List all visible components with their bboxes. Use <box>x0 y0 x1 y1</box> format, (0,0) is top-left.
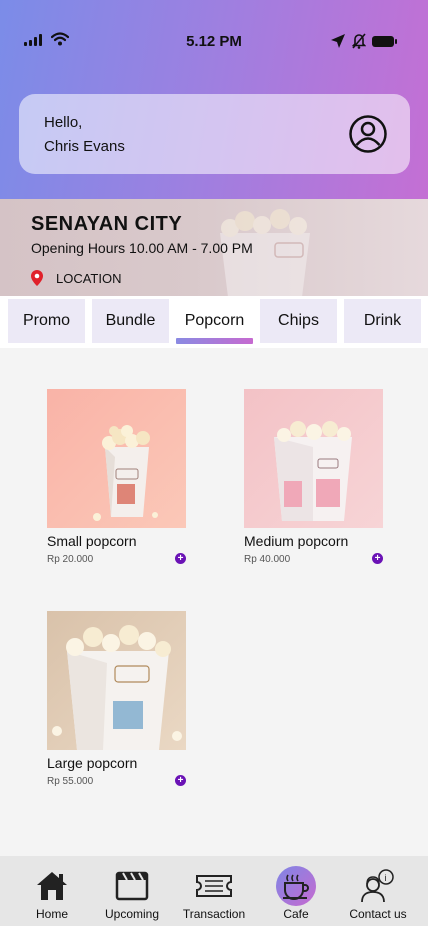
user-name: Chris Evans <box>44 138 125 155</box>
medium-popcorn-image <box>244 389 383 528</box>
product-name: Medium popcorn <box>244 533 349 549</box>
nav-cafe[interactable]: Cafe <box>254 866 338 921</box>
product-card[interactable]: Small popcorn Rp 20.000 + <box>47 389 186 565</box>
product-price: Rp 55.000 <box>47 776 94 787</box>
category-tabs: Promo Bundle Popcorn Chips Drink <box>0 296 428 348</box>
nav-label: Cafe <box>283 907 309 921</box>
nav-label: Contact us <box>349 907 407 921</box>
nav-label: Upcoming <box>104 907 160 921</box>
product-price: Rp 20.000 <box>47 554 94 565</box>
nav-label: Home <box>35 907 68 921</box>
map-pin-icon[interactable] <box>29 269 45 287</box>
location-banner: SENAYAN CITY Opening Hours 10.00 AM - 7.… <box>0 199 428 296</box>
tab-drink[interactable]: Drink <box>344 299 421 343</box>
nav-contact[interactable]: i Contact us <box>336 866 420 921</box>
active-tab-indicator <box>176 338 253 344</box>
support-agent-icon: i <box>358 866 398 906</box>
bell-muted-icon <box>352 33 366 49</box>
location-arrow-icon <box>331 34 345 48</box>
opening-hours: Opening Hours 10.00 AM - 7.00 PM <box>31 240 253 256</box>
add-to-cart-button[interactable]: + <box>175 775 186 786</box>
add-to-cart-button[interactable]: + <box>372 553 383 564</box>
large-popcorn-image <box>47 611 186 750</box>
product-card[interactable]: Medium popcorn Rp 40.000 + <box>244 389 383 565</box>
location-link[interactable]: LOCATION <box>56 271 122 286</box>
clapperboard-icon <box>112 866 152 906</box>
tab-promo[interactable]: Promo <box>8 299 85 343</box>
small-popcorn-image <box>47 389 186 528</box>
coffee-cup-icon <box>276 866 316 906</box>
battery-icon <box>372 36 397 47</box>
tab-bundle[interactable]: Bundle <box>92 299 169 343</box>
greeting-hello: Hello, <box>44 114 83 131</box>
greeting-card: Hello, Chris Evans <box>19 94 410 174</box>
nav-label: Transaction <box>182 907 246 921</box>
nav-upcoming[interactable]: Upcoming <box>90 866 174 921</box>
product-name: Large popcorn <box>47 755 138 771</box>
tab-popcorn[interactable]: Popcorn <box>176 299 253 343</box>
nav-transaction[interactable]: Transaction <box>172 866 256 921</box>
add-to-cart-button[interactable]: + <box>175 553 186 564</box>
home-icon <box>32 866 72 906</box>
status-bar: 5.12 PM <box>0 30 428 54</box>
user-profile-icon[interactable] <box>348 114 388 154</box>
svg-text:i: i <box>385 873 387 883</box>
nav-home[interactable]: Home <box>10 866 94 921</box>
product-price: Rp 40.000 <box>244 554 291 565</box>
cinema-name: SENAYAN CITY <box>31 213 183 235</box>
ticket-icon <box>194 866 234 906</box>
product-card[interactable]: Large popcorn Rp 55.000 + <box>47 611 186 787</box>
bottom-navigation: Home Upcoming Transaction Cafe i Contact… <box>0 856 428 926</box>
product-name: Small popcorn <box>47 533 137 549</box>
tab-chips[interactable]: Chips <box>260 299 337 343</box>
